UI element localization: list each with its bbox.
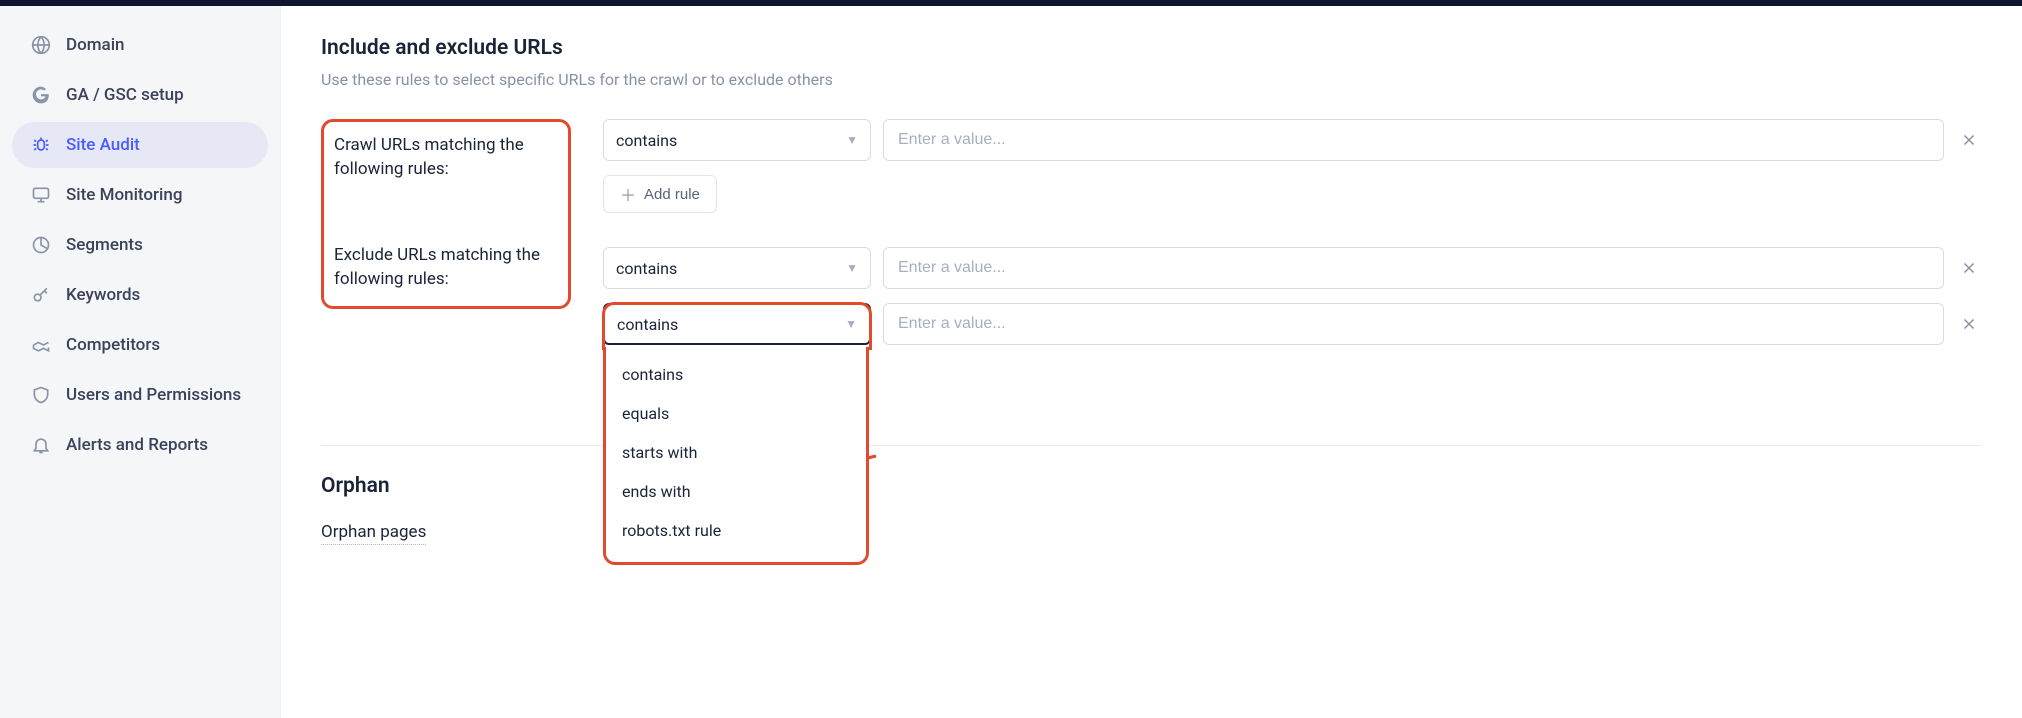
dropdown-option-startswith[interactable]: starts with — [606, 433, 866, 472]
section-desc: Use these rules to select specific URLs … — [321, 70, 1982, 89]
rule-controls: contains ▼ ＋ Add rule c — [603, 119, 1982, 345]
operator-select[interactable]: contains ▼ — [603, 119, 871, 161]
google-icon — [30, 84, 52, 106]
sidebar-item-label: Alerts and Reports — [66, 435, 208, 455]
sidebar-item-segments[interactable]: Segments — [12, 222, 268, 268]
sidebar-item-label: Site Audit — [66, 135, 140, 155]
sidebar-item-alerts[interactable]: Alerts and Reports — [12, 422, 268, 468]
main-content: Include and exclude URLs Use these rules… — [280, 6, 2022, 718]
crawl-rule-row: contains ▼ — [603, 119, 1982, 161]
sidebar-item-label: Segments — [66, 235, 143, 255]
sidebar-item-label: Competitors — [66, 335, 160, 355]
sidebar-item-label: Users and Permissions — [66, 385, 241, 405]
caret-down-icon: ▼ — [846, 261, 858, 275]
orphan-title: Orphan — [321, 474, 1982, 498]
sidebar-item-label: Keywords — [66, 285, 140, 305]
bug-icon — [30, 134, 52, 156]
dropdown-option-robotstxt[interactable]: robots.txt rule — [606, 511, 866, 550]
section-title: Include and exclude URLs — [321, 36, 1982, 60]
sidebar-item-domain[interactable]: Domain — [12, 22, 268, 68]
shield-icon — [30, 384, 52, 406]
operator-dropdown: contains equals starts with ends with ro… — [603, 347, 869, 565]
exclude-rule-row: contains ▼ contains equals starts with e… — [603, 303, 1982, 345]
operator-select[interactable]: contains ▼ — [603, 303, 871, 345]
sidebar-item-gagsc[interactable]: GA / GSC setup — [12, 72, 268, 118]
rule-value-input[interactable] — [883, 247, 1944, 289]
bell-icon — [30, 434, 52, 456]
monitor-icon — [30, 184, 52, 206]
operator-value: contains — [616, 131, 677, 150]
rule-value-input[interactable] — [883, 303, 1944, 345]
plus-icon: ＋ — [620, 182, 636, 206]
orphan-pages-label[interactable]: Orphan pages — [321, 522, 426, 545]
key-icon — [30, 284, 52, 306]
sidebar-item-users[interactable]: Users and Permissions — [12, 372, 268, 418]
caret-down-icon: ▼ — [845, 317, 857, 331]
operator-value: contains — [616, 259, 677, 278]
add-rule-button[interactable]: ＋ Add rule — [603, 175, 717, 213]
operator-select[interactable]: contains ▼ — [603, 247, 871, 289]
sidebar-item-label: GA / GSC setup — [66, 85, 184, 105]
sidebar-item-label: Domain — [66, 35, 125, 55]
sidebar-item-competitors[interactable]: Competitors — [12, 322, 268, 368]
exclude-rules-label: Exclude URLs matching the following rule… — [334, 244, 558, 292]
remove-rule-button[interactable] — [1956, 311, 1982, 337]
sidebar: Domain GA / GSC setup Site Audit Site Mo… — [0, 6, 280, 718]
caret-down-icon: ▼ — [846, 133, 858, 147]
sidebar-item-site-audit[interactable]: Site Audit — [12, 122, 268, 168]
exclude-rule-row: contains ▼ — [603, 247, 1982, 289]
rule-labels-highlight: Crawl URLs matching the following rules:… — [321, 119, 571, 309]
sidebar-item-label: Site Monitoring — [66, 185, 182, 205]
section-divider — [321, 445, 1982, 446]
competitors-icon — [30, 334, 52, 356]
rule-value-input[interactable] — [883, 119, 1944, 161]
sidebar-item-site-monitoring[interactable]: Site Monitoring — [12, 172, 268, 218]
remove-rule-button[interactable] — [1956, 255, 1982, 281]
sidebar-item-keywords[interactable]: Keywords — [12, 272, 268, 318]
dropdown-option-contains[interactable]: contains — [606, 355, 866, 394]
remove-rule-button[interactable] — [1956, 127, 1982, 153]
dropdown-option-endswith[interactable]: ends with — [606, 472, 866, 511]
add-rule-label: Add rule — [644, 186, 700, 203]
globe-icon — [30, 34, 52, 56]
operator-value: contains — [617, 315, 678, 334]
crawl-rules-label: Crawl URLs matching the following rules: — [334, 134, 558, 182]
pie-icon — [30, 234, 52, 256]
dropdown-option-equals[interactable]: equals — [606, 394, 866, 433]
